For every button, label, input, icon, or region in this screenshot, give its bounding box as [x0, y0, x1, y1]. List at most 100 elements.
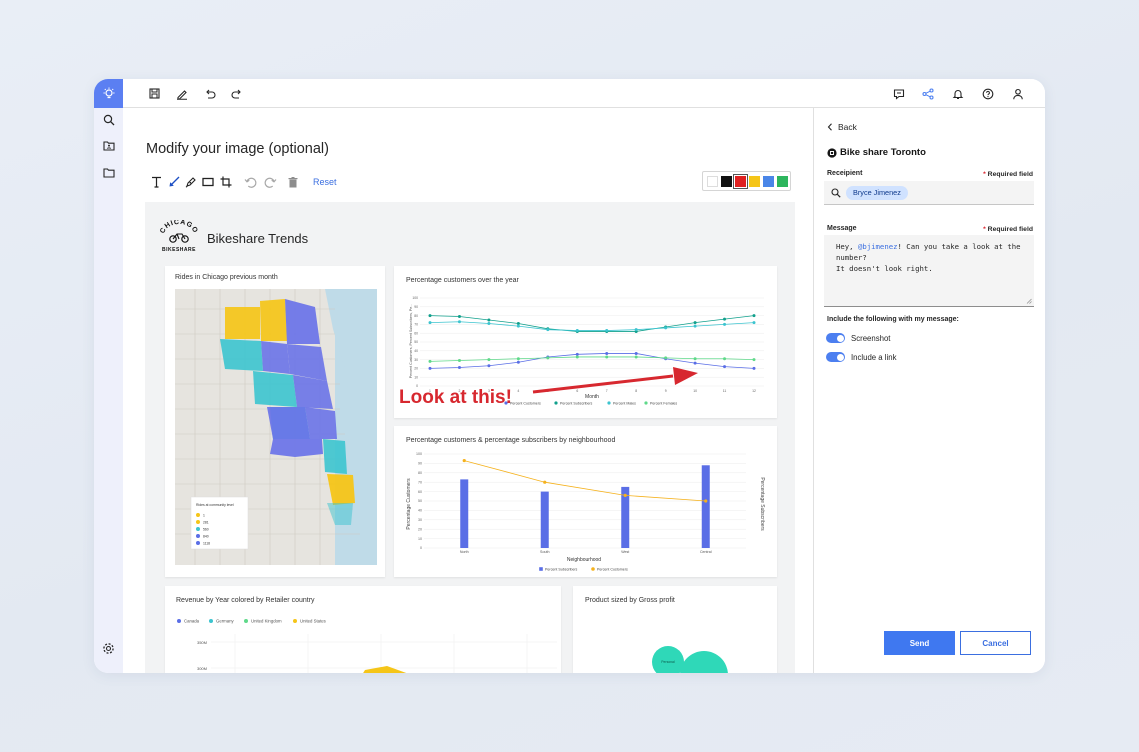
- color-swatch-green[interactable]: [777, 176, 788, 187]
- data-point: [575, 352, 579, 356]
- screenshot-canvas[interactable]: CHICAGO BIKESHARE Bikeshare Trends Rides…: [145, 202, 795, 673]
- page-title: Modify your image (optional): [146, 141, 329, 157]
- data-point: [723, 357, 727, 361]
- rectangle-tool-icon[interactable]: [201, 174, 215, 190]
- color-palette: [702, 171, 791, 191]
- bubble-chart: Personal: [652, 646, 728, 673]
- undo-icon[interactable]: [243, 174, 257, 190]
- user-icon[interactable]: [1010, 86, 1025, 101]
- x-tick-label: 7: [606, 389, 608, 393]
- color-swatch-blue[interactable]: [763, 176, 774, 187]
- link-toggle[interactable]: [826, 352, 845, 362]
- notification-icon[interactable]: [950, 86, 965, 101]
- screenshot-toggle[interactable]: [826, 333, 845, 343]
- data-point: [623, 493, 627, 497]
- search-icon[interactable]: [101, 112, 116, 127]
- y-tick-label: 20: [418, 527, 422, 531]
- data-point: [693, 324, 697, 328]
- save-icon[interactable]: [147, 86, 162, 101]
- help-icon[interactable]: [980, 86, 995, 101]
- x-tick-label: 2: [459, 389, 461, 393]
- line-chart-ylabel: Percent Customers, Percent Subscribers, …: [409, 304, 413, 379]
- crop-tool-icon[interactable]: [219, 174, 233, 190]
- svg-text:350M: 350M: [197, 640, 207, 645]
- arrow-tool-icon[interactable]: [167, 174, 181, 190]
- screenshot-option: Screenshot: [826, 333, 890, 343]
- data-point: [487, 322, 491, 326]
- color-swatch-red[interactable]: [733, 174, 748, 189]
- y-tick-label: 80: [414, 314, 418, 318]
- line-chart-xlabel: Month: [585, 394, 599, 400]
- legend-marker: [607, 401, 611, 405]
- x-tick-label: 9: [665, 389, 667, 393]
- y-tick-label: 90: [418, 462, 422, 466]
- recipient-chip[interactable]: Bryce Jimenez: [846, 186, 908, 200]
- y-tick-label: 30: [414, 358, 418, 362]
- bar-chart: 0 10 20 30 40 50 60 70 80 90 100 North South West Cent…: [406, 452, 765, 571]
- svg-text:281: 281: [203, 520, 209, 524]
- data-point: [634, 355, 638, 359]
- data-point: [457, 366, 461, 370]
- redo-icon[interactable]: [263, 174, 277, 190]
- color-swatch-yellow[interactable]: [749, 176, 760, 187]
- link-option: Include a link: [826, 352, 897, 362]
- product-card: Product sized by Gross profit Personal: [573, 586, 777, 673]
- idea-icon[interactable]: [94, 79, 123, 108]
- resize-handle-icon[interactable]: [1026, 298, 1032, 304]
- category-label: West: [621, 550, 629, 554]
- data-point: [723, 317, 727, 321]
- y-tick-label: 10: [414, 375, 418, 379]
- color-swatch-white[interactable]: [707, 176, 718, 187]
- chat-icon[interactable]: [891, 86, 906, 101]
- folder-icon[interactable]: [101, 165, 116, 180]
- svg-text:1118: 1118: [203, 541, 210, 545]
- legend-label: Percent Subscribers: [545, 567, 578, 571]
- y-tick-label: 0: [420, 546, 422, 550]
- category-label: Central: [700, 550, 712, 554]
- chevron-left-icon: [827, 123, 832, 131]
- revenue-card: Revenue by Year colored by Retailer coun…: [165, 586, 561, 673]
- message-textarea[interactable]: Hey, @bjimenez! Can you take a look at t…: [824, 235, 1034, 307]
- pen-tool-icon[interactable]: [184, 174, 198, 190]
- include-label: Include the following with my message:: [827, 316, 959, 323]
- data-point: [664, 326, 668, 330]
- legend-marker: [504, 401, 508, 405]
- undo-icon[interactable]: [202, 86, 217, 101]
- edit-icon[interactable]: [174, 86, 189, 101]
- y-tick-label: 100: [416, 452, 422, 456]
- color-swatch-black[interactable]: [721, 176, 732, 187]
- back-link[interactable]: Back: [827, 122, 857, 132]
- data-point: [457, 358, 461, 362]
- data-point: [693, 361, 697, 365]
- folder-shared-icon[interactable]: [101, 138, 116, 153]
- delete-icon[interactable]: [286, 174, 300, 190]
- bikeshare-logo: CHICAGO BIKESHARE: [159, 220, 198, 253]
- send-button[interactable]: Send: [884, 631, 955, 655]
- x-tick-label: 11: [723, 389, 727, 393]
- recipient-field[interactable]: Bryce Jimenez: [824, 181, 1034, 205]
- data-point: [546, 328, 550, 332]
- svg-text:United Kingdom: United Kingdom: [251, 619, 282, 624]
- data-point: [428, 314, 432, 318]
- redo-icon[interactable]: [229, 86, 244, 101]
- settings-icon[interactable]: [101, 641, 116, 656]
- cancel-button[interactable]: Cancel: [960, 631, 1031, 655]
- legend-marker: [644, 401, 648, 405]
- data-point: [487, 358, 491, 362]
- y-tick-label: 50: [414, 340, 418, 344]
- data-point: [428, 359, 432, 363]
- data-point: [516, 324, 520, 328]
- y-tick-label: 70: [414, 323, 418, 327]
- chicago-map: Rides at community level 1 281 560 840 1…: [175, 289, 377, 565]
- text-tool-icon[interactable]: [149, 174, 163, 190]
- bar-chart-card: Percentage customers & percentage subscr…: [394, 426, 777, 577]
- svg-text:560: 560: [203, 527, 209, 531]
- share-icon[interactable]: [920, 86, 935, 101]
- legend-marker: [554, 401, 558, 405]
- series-line: [429, 321, 755, 331]
- bar: [701, 465, 710, 548]
- image-editor: Modify your image (optional) Reset CHICA…: [123, 108, 813, 673]
- reset-link[interactable]: Reset: [313, 177, 337, 187]
- data-point: [457, 314, 461, 318]
- data-point: [693, 357, 697, 361]
